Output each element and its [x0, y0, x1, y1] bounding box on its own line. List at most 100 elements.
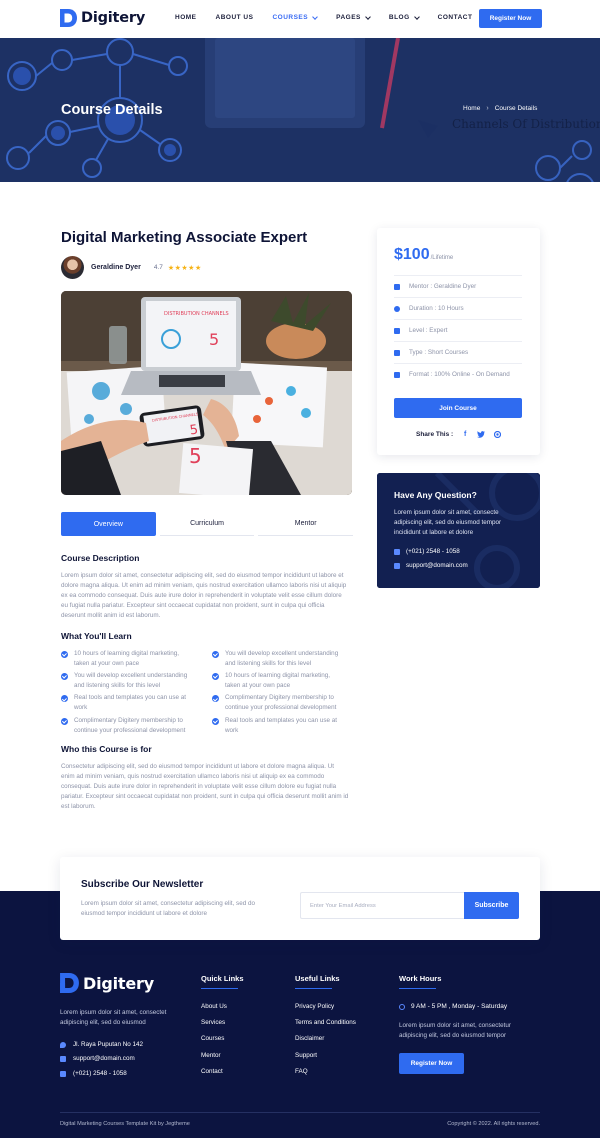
nav-blog[interactable]: BLOG — [388, 13, 420, 21]
join-course-button[interactable]: Join Course — [394, 398, 522, 418]
footer-divider — [60, 1112, 540, 1113]
chevron-down-icon — [365, 13, 371, 20]
meta-text: Duration : 10 Hours — [409, 305, 464, 312]
footer-brand-name: Digitery — [83, 973, 154, 993]
facebook-icon[interactable]: f — [461, 430, 469, 438]
meta-type: Type : Short Courses — [394, 341, 522, 363]
footer-link-courses[interactable]: Courses — [201, 1035, 224, 1042]
newsletter-title: Subscribe Our Newsletter — [81, 879, 204, 890]
footer-link-contact[interactable]: Contact — [201, 1068, 223, 1075]
learn-item-text: Real tools and templates you can use at … — [225, 716, 338, 734]
work-hours-description: Lorem ipsum dolor sit amet, consectetur … — [399, 1022, 511, 1039]
register-now-button[interactable]: Register Now — [479, 9, 542, 28]
avatar — [61, 256, 84, 279]
footer-email[interactable]: support@domain.com — [60, 1055, 135, 1062]
breadcrumb: Home › Course Details — [463, 105, 537, 112]
course-image: DISTRIBUTION CHANNELS 5 DISTRIBUTION CHA… — [61, 291, 352, 495]
list-item: Complimentary Digitery membership to con… — [212, 693, 347, 713]
nav-home-label: HOME — [175, 14, 197, 21]
question-email[interactable]: support@domain.com — [394, 562, 468, 569]
chevron-down-icon — [413, 13, 420, 20]
footer-phone[interactable]: (+021) 2548 - 1058 — [60, 1070, 127, 1077]
learn-item-text: Complimentary Digitery membership to con… — [225, 694, 337, 712]
user-icon — [394, 283, 400, 290]
footer-link-mentor[interactable]: Mentor — [201, 1052, 221, 1059]
meta-text: Mentor : Geraldine Dyer — [409, 283, 477, 290]
course-price: $100 /Lifetime — [394, 246, 453, 264]
twitter-icon[interactable] — [477, 430, 486, 438]
share-row: Share This : f — [416, 430, 501, 438]
laptop-screen-number: 5 — [209, 330, 219, 349]
tab-overview[interactable]: Overview — [61, 512, 156, 536]
learn-list-left: 10 hours of learning digital marketing, … — [61, 649, 196, 738]
learn-item-text: Complimentary Digitery membership to con… — [74, 716, 186, 734]
check-icon — [212, 651, 219, 658]
newsletter-email-input[interactable]: Enter Your Email Address — [300, 892, 465, 919]
nav-about-us[interactable]: ABOUT US — [216, 14, 254, 21]
learn-heading: What You'll Learn — [61, 631, 132, 641]
breadcrumb-home-link[interactable]: Home — [463, 105, 480, 112]
book-icon — [394, 349, 400, 356]
nav-home[interactable]: HOME — [175, 14, 197, 21]
price-unit: /Lifetime — [430, 255, 454, 261]
check-icon — [61, 651, 68, 658]
footer-link-disclaimer[interactable]: Disclaimer — [295, 1035, 324, 1042]
logo-mark-icon — [60, 9, 77, 27]
question-phone-text: (+021) 2548 - 1058 — [406, 548, 460, 555]
tab-curriculum[interactable]: Curriculum — [159, 512, 255, 536]
nav-blog-label: BLOG — [388, 14, 410, 21]
page-hero: Channels Of Distribution Course Details … — [0, 38, 600, 182]
share-label: Share This : — [416, 430, 454, 438]
check-icon — [212, 673, 219, 681]
quick-links-title: Quick Links — [201, 974, 244, 989]
twitter-bird-icon — [477, 430, 486, 438]
work-hours-text: 9 AM - 5 PM , Monday - Saturday — [411, 1003, 508, 1010]
chevron-down-icon — [312, 13, 318, 20]
course-title: Digital Marketing Associate Expert — [61, 229, 308, 246]
footer-link-terms[interactable]: Terms and Conditions — [295, 1019, 356, 1026]
list-item: 10 hours of learning digital marketing, … — [61, 649, 196, 669]
subscribe-button[interactable]: Subscribe — [464, 892, 519, 919]
list-item: Real tools and templates you can use at … — [61, 693, 196, 713]
course-description-text: Lorem ipsum dolor sit amet, consectetur … — [61, 572, 347, 619]
author-name[interactable]: Geraldine Dyer — [91, 264, 141, 271]
footer-link-faq[interactable]: FAQ — [295, 1068, 308, 1075]
course-photo-illustration: DISTRIBUTION CHANNELS 5 DISTRIBUTION CHA… — [61, 291, 352, 495]
list-item: Real tools and templates you can use at … — [212, 716, 347, 736]
paper-number: 5 — [189, 444, 202, 468]
nav-courses[interactable]: COURSES — [272, 13, 318, 21]
nav-pages[interactable]: PAGES — [336, 13, 371, 21]
course-author: Geraldine Dyer 4.7 ★★★★★ — [61, 256, 202, 279]
learn-item-text: Real tools and templates you can use at … — [74, 694, 187, 712]
whatsapp-icon[interactable] — [493, 430, 501, 438]
course-description-heading: Course Description — [61, 553, 140, 563]
rating-stars-icon: ★★★★★ — [167, 264, 202, 272]
price-card: $100 /Lifetime Mentor : Geraldine Dyer D… — [377, 228, 540, 455]
meta-text: Type : Short Courses — [409, 349, 469, 356]
footer-link-privacy[interactable]: Privacy Policy — [295, 1003, 334, 1010]
tab-mentor[interactable]: Mentor — [258, 512, 354, 536]
footer-register-button[interactable]: Register Now — [399, 1053, 464, 1074]
check-icon — [61, 717, 68, 725]
audience-text: Consectetur adipiscing elit, sed do eius… — [61, 763, 349, 810]
clock-icon — [399, 1003, 405, 1010]
question-phone[interactable]: (+021) 2548 - 1058 — [394, 548, 460, 555]
footer-link-services[interactable]: Services — [201, 1019, 225, 1026]
footer-link-support[interactable]: Support — [295, 1052, 317, 1059]
brand-logo[interactable]: Digitery — [60, 9, 145, 27]
meta-level: Level : Expert — [394, 319, 522, 341]
footer-link-about-us[interactable]: About Us — [201, 1003, 227, 1010]
list-item: 10 hours of learning digital marketing, … — [212, 671, 347, 691]
footer-logo[interactable]: Digitery — [60, 973, 154, 993]
level-icon — [394, 327, 400, 334]
laptop-screen-title: DISTRIBUTION CHANNELS — [164, 311, 229, 317]
course-tabs: Overview Curriculum Mentor — [61, 512, 357, 536]
footer-about-text: Lorem ipsum dolor sit amet, consectet ad… — [60, 1009, 167, 1026]
question-card: Have Any Question? Lorem ipsum dolor sit… — [377, 473, 540, 588]
footer-address-text: Jl. Raya Puputan No 142 — [73, 1041, 144, 1048]
nav-contact[interactable]: CONTACT — [438, 14, 473, 21]
nav-pages-label: PAGES — [336, 14, 361, 21]
nav-courses-label: COURSES — [272, 14, 309, 21]
whatsapp-circle-icon — [493, 430, 501, 438]
meta-mentor: Mentor : Geraldine Dyer — [394, 275, 522, 297]
